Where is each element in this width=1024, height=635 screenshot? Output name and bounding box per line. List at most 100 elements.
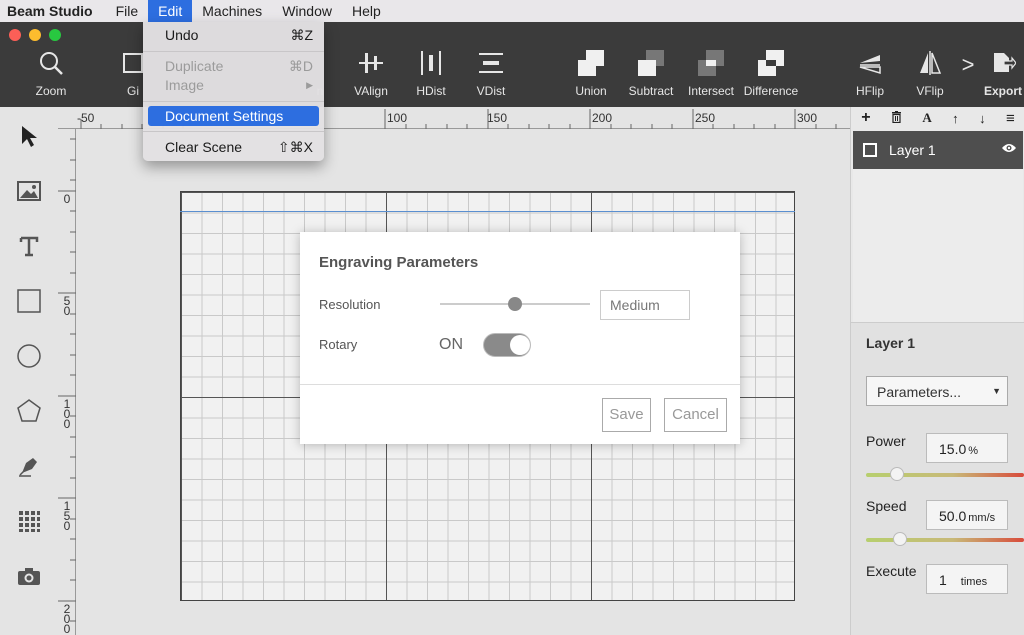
submenu-arrow-icon: ▶: [306, 80, 313, 90]
menu-item-undo[interactable]: Undo ⌘Z: [143, 25, 324, 45]
toggle-knob: [510, 335, 530, 355]
vdist-icon: [451, 48, 531, 78]
difference-label: Difference: [743, 84, 799, 98]
menu-separator: [143, 101, 324, 102]
add-layer-button[interactable]: +: [861, 109, 870, 127]
export-button[interactable]: Export: [982, 48, 1024, 98]
ruler-label: 150: [63, 499, 71, 533]
power-input[interactable]: 15.0%: [926, 433, 1008, 463]
engraving-parameters-dialog: Engraving Parameters Resolution Medium R…: [300, 232, 740, 444]
toolbar-more-button[interactable]: >: [955, 52, 981, 78]
visibility-toggle[interactable]: [1001, 141, 1017, 157]
difference-button[interactable]: Difference: [731, 48, 811, 98]
circle-icon: [17, 344, 41, 368]
left-tool-panel: [0, 107, 58, 635]
cursor-icon: [22, 126, 37, 147]
menu-item-image[interactable]: Image ▶: [143, 75, 324, 95]
zoom-label: Zoom: [35, 84, 67, 98]
guide-line: [180, 211, 795, 212]
minimize-window-button[interactable]: [29, 29, 41, 41]
menu-edit[interactable]: Edit: [148, 0, 193, 22]
speed-slider[interactable]: [866, 532, 1024, 546]
zoom-button[interactable]: Zoom: [11, 48, 91, 98]
layer-properties: Layer 1 Parameters... ▼ Power 15.0% Spee…: [851, 322, 1024, 635]
difference-icon: [731, 48, 811, 78]
speed-label: Speed: [866, 498, 907, 514]
resolution-slider-knob[interactable]: [508, 297, 522, 311]
pen-icon: [19, 458, 37, 477]
execute-input[interactable]: 1 times: [926, 564, 1008, 594]
layer-properties-title: Layer 1: [866, 335, 916, 351]
ellipse-tool[interactable]: [14, 341, 44, 371]
export-label: Export: [983, 84, 1022, 98]
move-layer-down-button[interactable]: ↓: [979, 111, 986, 126]
menu-item-label: Image: [165, 77, 204, 93]
image-tool[interactable]: [14, 176, 44, 206]
menu-item-label: Undo: [165, 27, 199, 43]
speed-input[interactable]: 50.0 mm/s: [926, 500, 1008, 530]
rotary-toggle[interactable]: [483, 333, 531, 357]
resolution-value-field[interactable]: Medium: [600, 290, 690, 320]
cancel-button[interactable]: Cancel: [664, 398, 727, 432]
speed-slider-knob[interactable]: [893, 532, 907, 546]
dialog-title: Engraving Parameters: [319, 254, 479, 271]
camera-tool[interactable]: [14, 561, 44, 591]
app-menu[interactable]: Beam Studio: [0, 3, 106, 19]
rename-layer-button[interactable]: A: [922, 110, 931, 126]
array-tool[interactable]: [14, 506, 44, 536]
vdist-label: VDist: [476, 84, 506, 98]
speed-value: 50.0: [939, 508, 967, 524]
parameter-preset-select[interactable]: Parameters... ▼: [866, 376, 1008, 406]
ruler-label: 50: [63, 294, 71, 318]
text-tool[interactable]: [14, 231, 44, 261]
menu-item-label: Clear Scene: [165, 139, 243, 155]
preset-value: Parameters...: [877, 384, 962, 400]
speed-unit: mm/s: [968, 512, 996, 524]
power-slider[interactable]: [866, 467, 1024, 481]
menu-item-clear-scene[interactable]: Clear Scene ⇧⌘X: [143, 137, 324, 157]
rectangle-icon: [17, 289, 41, 313]
dialog-divider: [300, 384, 740, 385]
pen-tool[interactable]: [14, 451, 44, 481]
eye-icon: [1002, 144, 1016, 152]
edit-menu-dropdown: Undo ⌘Z Duplicate ⌘D Image ▶ Document Se…: [143, 22, 324, 161]
menu-item-shortcut: ⇧⌘X: [277, 139, 313, 155]
menu-machines[interactable]: Machines: [192, 0, 272, 22]
select-tool[interactable]: [14, 121, 44, 151]
power-label: Power: [866, 433, 906, 449]
ruler-label: 200: [63, 602, 71, 635]
layer-row[interactable]: Layer 1: [853, 131, 1023, 169]
layer-checkbox[interactable]: [863, 143, 877, 157]
rotary-label: Rotary: [319, 337, 358, 352]
polygon-tool[interactable]: [14, 396, 44, 426]
layer-name: Layer 1: [889, 142, 936, 158]
maximize-window-button[interactable]: [49, 29, 61, 41]
power-unit: %: [968, 445, 979, 457]
menu-item-shortcut: ⌘Z: [290, 27, 313, 43]
menu-window[interactable]: Window: [272, 0, 342, 22]
layer-menu-button[interactable]: ≡: [1006, 110, 1015, 127]
close-window-button[interactable]: [9, 29, 21, 41]
camera-icon: [18, 568, 40, 585]
move-layer-up-button[interactable]: ↑: [952, 111, 959, 126]
rotary-state-label: ON: [439, 336, 463, 353]
menu-bar: Beam Studio File Edit Machines Window He…: [0, 0, 1024, 22]
delete-layer-button[interactable]: [891, 110, 902, 126]
resolution-slider[interactable]: [440, 297, 590, 311]
save-button[interactable]: Save: [602, 398, 651, 432]
layer-list-empty-area: [853, 169, 1023, 322]
resolution-label: Resolution: [319, 297, 381, 312]
power-slider-knob[interactable]: [890, 467, 904, 481]
polygon-icon: [17, 399, 41, 422]
execute-label: Execute: [866, 563, 917, 579]
vdist-button[interactable]: VDist: [451, 48, 531, 98]
menu-file[interactable]: File: [106, 0, 149, 22]
chevron-down-icon: ▼: [992, 386, 1001, 396]
rectangle-tool[interactable]: [14, 286, 44, 316]
menu-help[interactable]: Help: [342, 0, 391, 22]
menu-item-label: Duplicate: [165, 58, 224, 74]
vertical-ruler: 0 50 100 150 200: [58, 129, 76, 635]
menu-item-duplicate[interactable]: Duplicate ⌘D: [143, 56, 324, 76]
menu-separator: [143, 51, 324, 52]
menu-item-document-settings[interactable]: Document Settings: [148, 106, 319, 126]
